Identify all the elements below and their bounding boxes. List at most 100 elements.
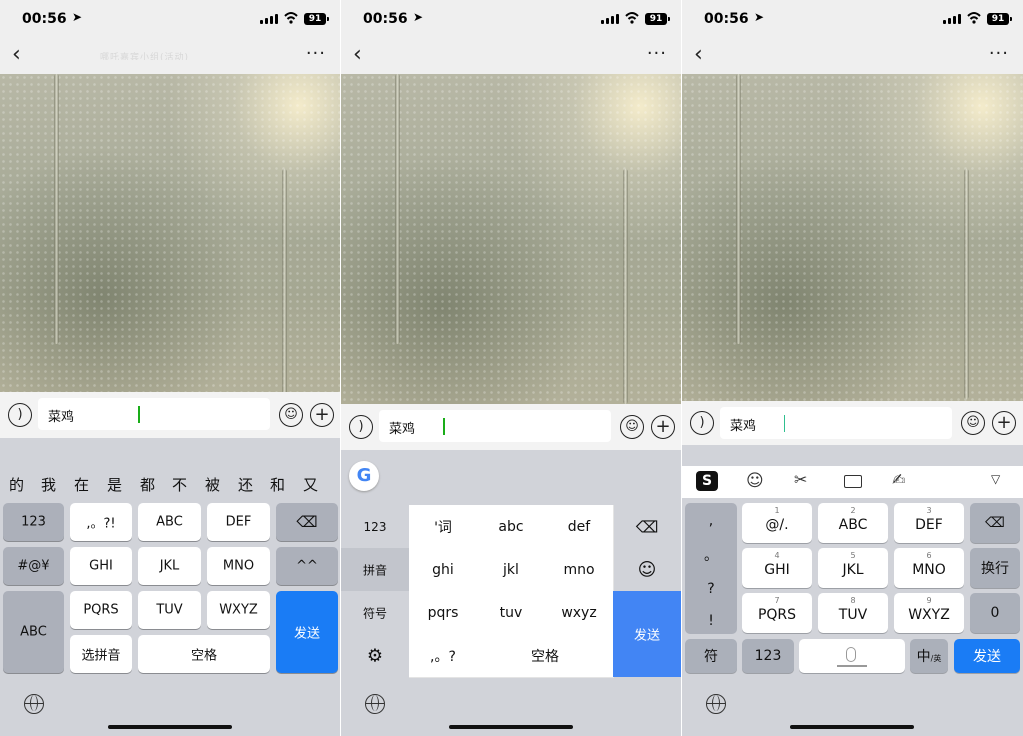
key-emoticon[interactable]: ^^ xyxy=(276,547,338,585)
key-symbols[interactable]: 符号 xyxy=(341,591,409,634)
google-logo[interactable]: G xyxy=(349,461,379,491)
key-wxyz[interactable]: WXYZ xyxy=(207,591,270,629)
key-symbols[interactable]: 符 xyxy=(685,639,737,673)
key-def[interactable]: def xyxy=(545,505,614,549)
emoji-icon[interactable]: ☺ xyxy=(620,415,644,439)
globe-icon[interactable] xyxy=(24,694,44,714)
key-mno[interactable]: MNO xyxy=(207,547,270,585)
keyboard-icon[interactable] xyxy=(844,475,862,488)
candidate[interactable]: 我 xyxy=(41,474,56,495)
candidate[interactable]: 和 xyxy=(270,474,285,495)
language-switch[interactable]: 中/英 xyxy=(910,639,948,673)
back-button[interactable]: ‹ xyxy=(694,44,703,66)
message-input[interactable]: 菜鸡 xyxy=(720,407,952,439)
voice-icon[interactable]: ) xyxy=(8,403,32,427)
key-4[interactable]: 4 GHI xyxy=(742,548,812,588)
key-pinyin[interactable]: 拼音 xyxy=(341,548,409,591)
home-indicator xyxy=(108,725,232,729)
key-3[interactable]: 3 DEF xyxy=(894,503,964,543)
message-input[interactable]: 菜鸡 xyxy=(379,410,611,442)
key-tuv[interactable]: TUV xyxy=(138,591,201,629)
key-jkl[interactable]: jkl xyxy=(477,548,546,592)
message-input[interactable]: 菜鸡 xyxy=(38,398,270,430)
key-tuv[interactable]: tuv xyxy=(477,591,546,635)
plus-icon[interactable]: + xyxy=(310,403,334,427)
emoji-icon[interactable]: ☺ xyxy=(961,411,985,435)
candidate[interactable]: 是 xyxy=(107,474,122,495)
emoji-icon[interactable]: ☺ xyxy=(746,471,764,491)
send-button[interactable]: 发送 xyxy=(613,591,681,677)
key-punct[interactable]: ,。?! xyxy=(70,503,132,541)
water-streak xyxy=(964,169,969,399)
chat-background xyxy=(0,74,340,419)
key-8[interactable]: 8 TUV xyxy=(818,593,888,633)
key-punct[interactable]: ,。? xyxy=(409,634,478,678)
emoji-icon[interactable]: ☺ xyxy=(613,548,681,591)
scissors-icon[interactable]: ✂ xyxy=(794,470,807,489)
globe-icon[interactable] xyxy=(365,694,385,714)
key-select-pinyin[interactable]: 选拼音 xyxy=(70,635,132,673)
space-key[interactable]: 空格 xyxy=(477,634,614,678)
candidate[interactable]: 不 xyxy=(172,474,187,495)
more-button[interactable]: ··· xyxy=(306,44,326,64)
key-6[interactable]: 6 MNO xyxy=(894,548,964,588)
key-abc[interactable]: ABC xyxy=(138,503,201,541)
space-key[interactable]: 空格 xyxy=(138,635,270,673)
handwrite-icon[interactable]: ✍ xyxy=(892,470,905,489)
key-comma[interactable]: , xyxy=(685,506,737,536)
key-ghi[interactable]: GHI xyxy=(70,547,132,585)
key-0[interactable]: 0 xyxy=(970,593,1020,633)
key-period[interactable]: 。 xyxy=(685,540,737,570)
candidate[interactable]: 被 xyxy=(205,474,220,495)
backspace-icon[interactable]: ⌫ xyxy=(613,505,681,548)
candidate[interactable]: 还 xyxy=(238,474,253,495)
emoji-icon[interactable]: ☺ xyxy=(279,403,303,427)
key-abc-mode[interactable]: ABC xyxy=(3,591,64,673)
key-5[interactable]: 5 JKL xyxy=(818,548,888,588)
backspace-icon[interactable]: ⌫ xyxy=(970,503,1020,543)
plus-icon[interactable]: + xyxy=(992,411,1016,435)
sogou-logo[interactable]: S xyxy=(696,471,718,491)
key-mno[interactable]: mno xyxy=(545,548,614,592)
send-button[interactable]: 发送 xyxy=(276,591,338,673)
key-abc[interactable]: abc xyxy=(477,505,546,549)
key-1[interactable]: 1 @/. xyxy=(742,503,812,543)
collapse-icon[interactable]: ▽ xyxy=(991,472,1000,486)
key-pqrs[interactable]: pqrs xyxy=(409,591,478,635)
plus-icon[interactable]: + xyxy=(651,415,675,439)
space-key[interactable] xyxy=(799,639,905,673)
key-9[interactable]: 9 WXYZ xyxy=(894,593,964,633)
more-button[interactable]: ··· xyxy=(989,44,1009,64)
key-def[interactable]: DEF xyxy=(207,503,270,541)
wifi-icon xyxy=(625,12,639,24)
key-7[interactable]: 7 PQRS xyxy=(742,593,812,633)
more-button[interactable]: ··· xyxy=(647,44,667,64)
chat-background xyxy=(341,74,681,404)
key-ghi[interactable]: ghi xyxy=(409,548,478,592)
key-question[interactable]: ? xyxy=(685,574,737,604)
key-2[interactable]: 2 ABC xyxy=(818,503,888,543)
key-wxyz[interactable]: wxyz xyxy=(545,591,614,635)
send-button[interactable]: 发送 xyxy=(954,639,1020,673)
home-indicator xyxy=(790,725,914,729)
candidate[interactable]: 在 xyxy=(74,474,89,495)
candidate[interactable]: 的 xyxy=(9,474,24,495)
key-word[interactable]: '词 xyxy=(409,505,478,549)
key-123[interactable]: 123 xyxy=(341,505,409,548)
gear-icon[interactable]: ⚙ xyxy=(341,634,409,677)
key-symbols[interactable]: #@¥ xyxy=(3,547,64,585)
enter-key[interactable]: 换行 xyxy=(970,548,1020,588)
key-123[interactable]: 123 xyxy=(3,503,64,541)
globe-icon[interactable] xyxy=(706,694,726,714)
key-123[interactable]: 123 xyxy=(742,639,794,673)
voice-icon[interactable]: ) xyxy=(349,415,373,439)
key-pqrs[interactable]: PQRS xyxy=(70,591,132,629)
key-exclaim[interactable]: ! xyxy=(685,606,737,636)
back-button[interactable]: ‹ xyxy=(12,44,21,66)
key-jkl[interactable]: JKL xyxy=(138,547,201,585)
back-button[interactable]: ‹ xyxy=(353,44,362,66)
candidate[interactable]: 都 xyxy=(140,474,155,495)
candidate[interactable]: 又 xyxy=(303,474,318,495)
voice-icon[interactable]: ) xyxy=(690,411,714,435)
backspace-icon[interactable]: ⌫ xyxy=(276,503,338,541)
